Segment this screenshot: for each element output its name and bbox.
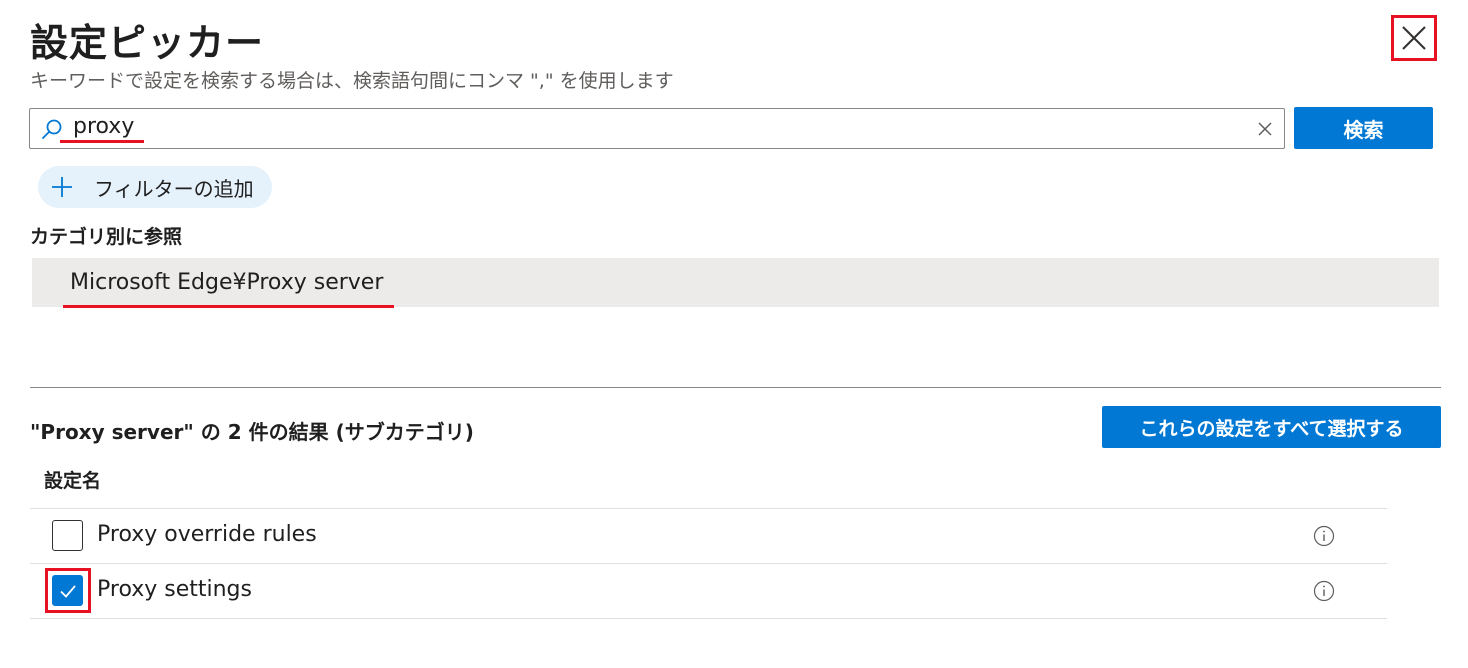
add-filter-button[interactable]: フィルターの追加 [38,166,272,208]
setting-name: Proxy override rules [97,522,317,547]
info-icon[interactable] [1313,525,1335,547]
browse-by-category-label: カテゴリ別に参照 [30,226,183,248]
setting-name: Proxy settings [97,577,252,602]
plus-icon [52,177,72,197]
close-button[interactable] [1391,15,1437,61]
category-item[interactable]: Microsoft Edge¥Proxy server [32,258,1439,307]
row-divider [30,618,1387,619]
column-header-setting-name: 設定名 [44,470,102,492]
search-input[interactable]: proxy [29,108,1285,149]
search-value-underline [60,140,144,143]
info-icon[interactable] [1313,580,1335,602]
page-title: 設定ピッカー [30,21,265,65]
clear-icon[interactable] [1256,120,1274,138]
select-all-button[interactable]: これらの設定をすべて選択する [1102,406,1441,448]
category-underline [63,305,394,308]
category-label: Microsoft Edge¥Proxy server [70,270,384,295]
table-row: Proxy override rules [30,509,1387,563]
page-subtitle: キーワードで設定を検索する場合は、検索語句間にコンマ "," を使用します [30,70,674,92]
add-filter-label: フィルターの追加 [94,176,254,201]
search-value: proxy [73,114,135,139]
table-row: Proxy settings [30,564,1387,618]
setting-checkbox[interactable] [52,520,83,551]
checkbox-highlight [45,568,91,613]
section-divider [30,387,1441,388]
search-button[interactable]: 検索 [1294,107,1433,149]
search-icon [42,119,62,139]
close-icon [1402,26,1426,50]
results-summary: "Proxy server" の 2 件の結果 (サブカテゴリ) [30,420,474,444]
